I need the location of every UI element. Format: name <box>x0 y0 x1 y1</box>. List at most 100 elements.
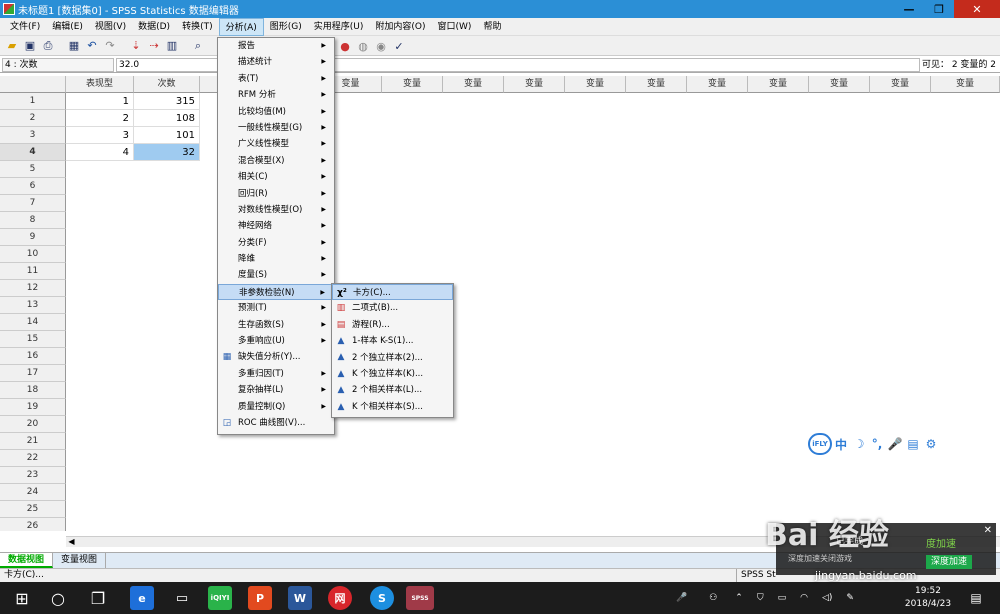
menu-item-one-sample-ks[interactable]: ▲ 1-样本 K-S(1)... <box>332 333 453 349</box>
chinese-mode-icon[interactable]: 中 <box>832 436 850 453</box>
tab-data-view[interactable]: 数据视图 <box>0 553 54 568</box>
punctuation-icon[interactable]: °, <box>868 437 886 451</box>
menu-item-reports[interactable]: 报告 ▶ <box>218 38 334 54</box>
ifly-logo[interactable]: iFLY <box>808 433 832 455</box>
microphone-icon[interactable]: 🎤 <box>676 593 687 603</box>
menu-transform[interactable]: 转换(T) <box>176 18 219 36</box>
column-header[interactable]: 变量 <box>931 76 1000 93</box>
data-cell-phenotype[interactable]: 3 <box>66 127 134 144</box>
row-header[interactable]: 2 <box>0 110 66 127</box>
column-header[interactable]: 变量 <box>565 76 626 93</box>
column-header[interactable]: 变量 <box>687 76 748 93</box>
menu-item-complex-samples[interactable]: 复杂抽样(L) ▶ <box>218 382 334 398</box>
menu-item-rfm-analysis[interactable]: RFM 分析 ▶ <box>218 87 334 103</box>
row-header[interactable]: 15 <box>0 331 66 348</box>
settings-gear-icon[interactable]: ⚙ <box>922 437 940 451</box>
menu-item-neural-networks[interactable]: 神经网络 ▶ <box>218 218 334 234</box>
shield-icon[interactable]: ⛉ <box>757 593 764 603</box>
menu-item-mixed-models[interactable]: 混合模型(X) ▶ <box>218 153 334 169</box>
menu-view[interactable]: 视图(V) <box>89 18 132 36</box>
sogou-browser-icon[interactable]: S <box>370 586 394 610</box>
data-cell-phenotype[interactable]: 2 <box>66 110 134 127</box>
open-folder-icon[interactable]: ▰ <box>4 38 20 54</box>
menu-item-regression[interactable]: 回归(R) ▶ <box>218 186 334 202</box>
row-header[interactable]: 26 <box>0 518 66 531</box>
row-header[interactable]: 25 <box>0 501 66 518</box>
row-header[interactable]: 13 <box>0 297 66 314</box>
row-header[interactable]: 8 <box>0 212 66 229</box>
menu-item-generalized-linear-models[interactable]: 广义线性模型 ▶ <box>218 136 334 152</box>
data-cell-phenotype[interactable]: 1 <box>66 93 134 110</box>
menu-item-missing-value-analysis[interactable]: ▦ 缺失值分析(Y)... <box>218 349 334 365</box>
popup-close-icon[interactable]: ✕ <box>984 525 992 536</box>
row-header[interactable]: 14 <box>0 314 66 331</box>
row-header[interactable]: 5 <box>0 161 66 178</box>
menu-analyze[interactable]: 分析(A) <box>218 17 264 36</box>
goto-variable-icon[interactable]: ⇢ <box>146 38 162 54</box>
data-cell-phenotype[interactable]: 4 <box>66 144 134 161</box>
menu-file[interactable]: 文件(F) <box>4 18 46 36</box>
menu-item-roc-curve[interactable]: ◲ ROC 曲线图(V)... <box>218 415 334 431</box>
moon-icon[interactable]: ☽ <box>850 437 868 451</box>
row-header[interactable]: 24 <box>0 484 66 501</box>
menu-item-k-related-samples[interactable]: ▲ K 个相关样本(S)... <box>332 399 453 415</box>
row-header[interactable]: 21 <box>0 433 66 450</box>
menu-item-runs[interactable]: ▤ 游程(R)... <box>332 317 453 333</box>
powerpoint-icon[interactable]: P <box>248 586 272 610</box>
menu-item-two-related-samples[interactable]: ▲ 2 个相关样本(L)... <box>332 382 453 398</box>
row-header[interactable]: 1 <box>0 93 66 110</box>
save-icon[interactable]: ▣ <box>22 38 38 54</box>
menu-graphs[interactable]: 图形(G) <box>264 18 308 36</box>
ie-browser-icon[interactable]: e <box>130 586 154 610</box>
notifications-icon[interactable]: ▤ <box>964 586 988 610</box>
close-button[interactable]: ✕ <box>954 0 1000 18</box>
column-header[interactable]: 变量 <box>382 76 443 93</box>
menu-item-chi-square[interactable]: χ² 卡方(C)... <box>332 284 453 301</box>
row-header[interactable]: 22 <box>0 450 66 467</box>
data-cell-count[interactable]: 315 <box>134 93 200 110</box>
menu-item-compare-means[interactable]: 比较均值(M) ▶ <box>218 104 334 120</box>
menu-item-survival[interactable]: 生存函数(S) ▶ <box>218 317 334 333</box>
menu-item-two-independent-samples[interactable]: ▲ 2 个独立样本(2)... <box>332 350 453 366</box>
row-header[interactable]: 19 <box>0 399 66 416</box>
find-icon[interactable]: ⌕ <box>190 38 206 54</box>
column-header[interactable]: 变量 <box>809 76 870 93</box>
menu-item-k-independent-samples[interactable]: ▲ K 个独立样本(K)... <box>332 366 453 382</box>
data-cell-count[interactable]: 101 <box>134 127 200 144</box>
menu-item-quality-control[interactable]: 质量控制(Q) ▶ <box>218 399 334 415</box>
menu-item-classify[interactable]: 分类(F) ▶ <box>218 235 334 251</box>
minimize-button[interactable]: — <box>894 0 924 18</box>
row-header[interactable]: 3 <box>0 127 66 144</box>
value-labels-icon[interactable]: ◍ <box>355 38 371 54</box>
variables-icon[interactable]: ▥ <box>164 38 180 54</box>
menu-item-nonparametric-tests[interactable]: 非参数检验(N) ▶ <box>218 283 334 301</box>
column-header[interactable]: 变量 <box>626 76 687 93</box>
cortana-icon[interactable]: ○ <box>46 586 70 610</box>
keyboard-icon[interactable]: ▤ <box>904 437 922 451</box>
iqiyi-icon[interactable]: iQIYI <box>208 586 232 610</box>
row-header[interactable]: 4 <box>0 144 66 161</box>
goto-case-icon[interactable]: ⇣ <box>128 38 144 54</box>
menu-window[interactable]: 窗口(W) <box>432 18 478 36</box>
system-clock[interactable]: 19:52 2018/4/23 <box>900 585 956 611</box>
data-cell-count-selected[interactable]: 32 <box>134 144 200 161</box>
people-icon[interactable]: ⚇ <box>709 593 717 603</box>
battery-icon[interactable]: ▭ <box>778 593 787 603</box>
insert-case-icon[interactable]: ● <box>337 38 353 54</box>
menu-item-multiple-imputation[interactable]: 多重归因(T) ▶ <box>218 366 334 382</box>
word-icon[interactable]: W <box>288 586 312 610</box>
row-header[interactable]: 17 <box>0 365 66 382</box>
row-header[interactable]: 6 <box>0 178 66 195</box>
menu-data[interactable]: 数据(D) <box>132 18 176 36</box>
tab-variable-view[interactable]: 变量视图 <box>53 553 107 568</box>
menu-item-forecasting[interactable]: 预测(T) ▶ <box>218 300 334 316</box>
menu-item-dimension-reduction[interactable]: 降维 ▶ <box>218 251 334 267</box>
netease-music-icon[interactable]: 网 <box>328 586 352 610</box>
menu-utilities[interactable]: 实用程序(U) <box>308 18 370 36</box>
deep-boost-button[interactable]: 深度加速 <box>926 555 972 569</box>
row-header[interactable]: 7 <box>0 195 66 212</box>
row-header[interactable]: 16 <box>0 348 66 365</box>
row-header[interactable]: 23 <box>0 467 66 484</box>
restore-button[interactable]: ❐ <box>924 0 954 18</box>
row-header[interactable]: 12 <box>0 280 66 297</box>
